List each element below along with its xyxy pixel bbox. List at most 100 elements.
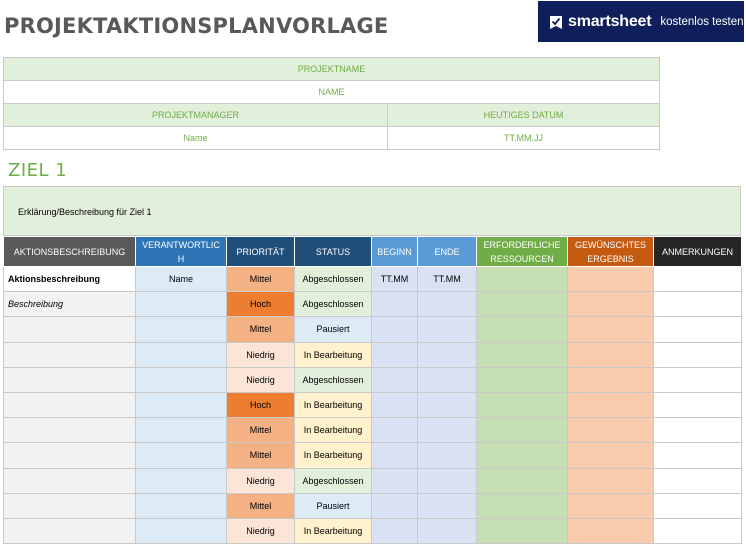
status-cell[interactable]: In Bearbeitung	[294, 517, 372, 545]
result-cell[interactable]	[567, 492, 654, 519]
responsible-cell[interactable]	[135, 391, 227, 419]
responsible-cell[interactable]	[135, 366, 227, 393]
priority-cell[interactable]: Niedrig	[226, 366, 295, 393]
resources-cell[interactable]	[476, 492, 568, 519]
priority-cell[interactable]: Hoch	[226, 291, 295, 318]
resources-cell[interactable]	[476, 341, 568, 368]
resources-cell[interactable]	[476, 265, 568, 293]
status-cell[interactable]: Abgeschlossen	[294, 265, 372, 293]
start-cell[interactable]	[371, 391, 418, 419]
start-cell[interactable]	[371, 492, 418, 519]
notes-cell[interactable]	[653, 442, 742, 469]
responsible-cell[interactable]: Name	[135, 265, 227, 293]
resources-cell[interactable]	[476, 417, 568, 444]
end-cell[interactable]	[417, 442, 477, 469]
goal-description[interactable]: Erklärung/Beschreibung für Ziel 1	[3, 186, 741, 236]
result-cell[interactable]	[567, 291, 654, 318]
status-cell[interactable]: In Bearbeitung	[294, 417, 372, 444]
status-cell[interactable]: Pausiert	[294, 492, 372, 519]
resources-cell[interactable]	[476, 467, 568, 494]
action-cell[interactable]	[3, 341, 136, 368]
notes-cell[interactable]	[653, 366, 742, 393]
resources-cell[interactable]	[476, 316, 568, 343]
project-manager-value[interactable]: Name	[3, 126, 388, 150]
start-cell[interactable]	[371, 291, 418, 318]
action-cell[interactable]	[3, 417, 136, 444]
end-cell[interactable]	[417, 517, 477, 545]
action-cell[interactable]	[3, 366, 136, 393]
responsible-cell[interactable]	[135, 291, 227, 318]
end-cell[interactable]	[417, 341, 477, 368]
priority-cell[interactable]: Mittel	[226, 417, 295, 444]
priority-cell[interactable]: Mittel	[226, 442, 295, 469]
notes-cell[interactable]	[653, 517, 742, 545]
notes-cell[interactable]	[653, 391, 742, 419]
current-date-value[interactable]: TT.MM.JJ	[387, 126, 660, 150]
notes-cell[interactable]	[653, 417, 742, 444]
status-cell[interactable]: Abgeschlossen	[294, 366, 372, 393]
action-cell[interactable]	[3, 467, 136, 494]
responsible-cell[interactable]	[135, 316, 227, 343]
action-cell[interactable]	[3, 391, 136, 419]
result-cell[interactable]	[567, 265, 654, 293]
project-name-value[interactable]: NAME	[3, 80, 660, 104]
action-cell[interactable]: Beschreibung	[3, 291, 136, 318]
notes-cell[interactable]	[653, 341, 742, 368]
end-cell[interactable]	[417, 417, 477, 444]
responsible-cell[interactable]	[135, 517, 227, 545]
end-cell[interactable]	[417, 291, 477, 318]
smartsheet-banner[interactable]: smartsheet kostenlos testen	[538, 1, 744, 42]
resources-cell[interactable]	[476, 391, 568, 419]
priority-cell[interactable]: Mittel	[226, 492, 295, 519]
responsible-cell[interactable]	[135, 467, 227, 494]
action-cell[interactable]	[3, 517, 136, 545]
status-cell[interactable]: In Bearbeitung	[294, 442, 372, 469]
resources-cell[interactable]	[476, 517, 568, 545]
status-cell[interactable]: Abgeschlossen	[294, 291, 372, 318]
notes-cell[interactable]	[653, 291, 742, 318]
start-cell[interactable]	[371, 417, 418, 444]
action-cell[interactable]	[3, 442, 136, 469]
start-cell[interactable]	[371, 442, 418, 469]
start-cell[interactable]: TT.MM	[371, 265, 418, 293]
action-cell[interactable]: Aktionsbeschreibung	[3, 265, 136, 293]
responsible-cell[interactable]	[135, 492, 227, 519]
notes-cell[interactable]	[653, 265, 742, 293]
action-cell[interactable]	[3, 492, 136, 519]
end-cell[interactable]	[417, 492, 477, 519]
result-cell[interactable]	[567, 341, 654, 368]
responsible-cell[interactable]	[135, 417, 227, 444]
priority-cell[interactable]: Mittel	[226, 316, 295, 343]
priority-cell[interactable]: Niedrig	[226, 467, 295, 494]
status-cell[interactable]: Abgeschlossen	[294, 467, 372, 494]
notes-cell[interactable]	[653, 316, 742, 343]
result-cell[interactable]	[567, 417, 654, 444]
result-cell[interactable]	[567, 517, 654, 545]
result-cell[interactable]	[567, 467, 654, 494]
priority-cell[interactable]: Niedrig	[226, 517, 295, 545]
end-cell[interactable]	[417, 366, 477, 393]
start-cell[interactable]	[371, 517, 418, 545]
status-cell[interactable]: In Bearbeitung	[294, 341, 372, 368]
start-cell[interactable]	[371, 467, 418, 494]
resources-cell[interactable]	[476, 366, 568, 393]
priority-cell[interactable]: Mittel	[226, 265, 295, 293]
result-cell[interactable]	[567, 442, 654, 469]
resources-cell[interactable]	[476, 442, 568, 469]
status-cell[interactable]: In Bearbeitung	[294, 391, 372, 419]
start-cell[interactable]	[371, 366, 418, 393]
free-trial-link[interactable]: kostenlos testen	[660, 16, 743, 28]
end-cell[interactable]	[417, 467, 477, 494]
notes-cell[interactable]	[653, 467, 742, 494]
start-cell[interactable]	[371, 316, 418, 343]
end-cell[interactable]: TT.MM	[417, 265, 477, 293]
resources-cell[interactable]	[476, 291, 568, 318]
status-cell[interactable]: Pausiert	[294, 316, 372, 343]
responsible-cell[interactable]	[135, 442, 227, 469]
result-cell[interactable]	[567, 391, 654, 419]
priority-cell[interactable]: Niedrig	[226, 341, 295, 368]
notes-cell[interactable]	[653, 492, 742, 519]
priority-cell[interactable]: Hoch	[226, 391, 295, 419]
responsible-cell[interactable]	[135, 341, 227, 368]
action-cell[interactable]	[3, 316, 136, 343]
